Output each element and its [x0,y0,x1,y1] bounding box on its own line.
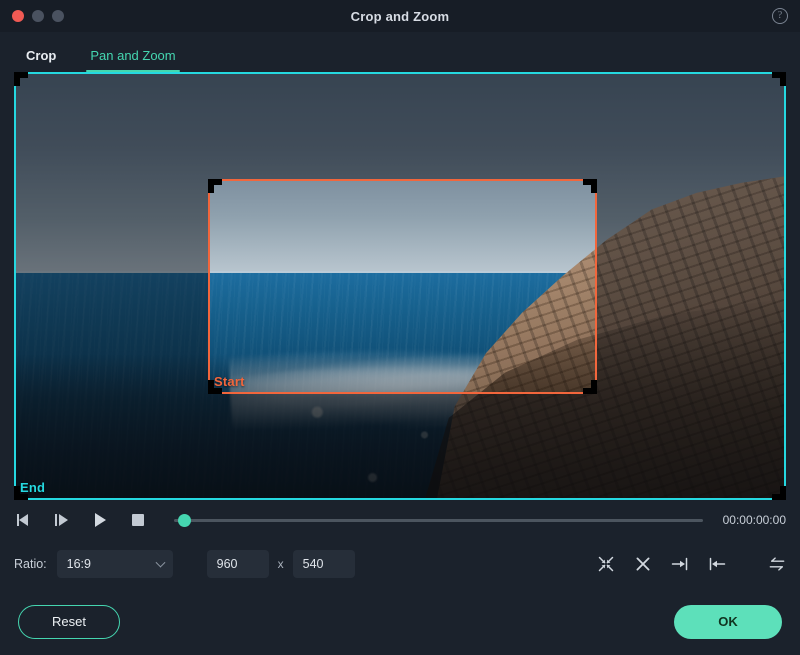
help-icon[interactable]: ? [772,8,788,24]
aspect-ratio-value: 16:9 [66,557,91,571]
reset-button[interactable]: Reset [18,604,120,639]
playhead-slider[interactable] [174,511,703,529]
minimize-window-button[interactable] [32,10,44,22]
ok-button[interactable]: OK [674,604,782,639]
expand-to-fill-icon[interactable] [634,555,652,573]
transport-buttons [14,511,148,529]
align-left-icon[interactable] [708,555,726,573]
stop-button[interactable] [128,511,148,529]
height-input[interactable]: 540 [292,550,355,578]
title-bar: Crop and Zoom ? [0,0,800,32]
playback-controls-row: 00:00:00:00 [0,500,800,540]
playhead-slider-thumb[interactable] [178,513,191,527]
tab-crop[interactable]: Crop [22,48,60,72]
align-right-icon[interactable] [671,555,689,573]
close-window-button[interactable] [12,10,24,22]
next-frame-button[interactable] [52,511,72,529]
ratio-label: Ratio: [14,557,47,571]
video-frame-image [14,72,786,500]
play-button[interactable] [90,511,110,529]
shrink-to-fit-icon[interactable] [597,555,615,573]
timecode-display: 00:00:00:00 [722,513,786,527]
dimension-separator: x [277,557,284,571]
previous-frame-button[interactable] [14,511,34,529]
tab-pan-and-zoom[interactable]: Pan and Zoom [86,48,180,72]
alignment-tools [597,555,786,573]
ratio-controls-row: Ratio: 16:9 960 x 540 [0,540,800,588]
chevron-down-icon [155,557,166,568]
preview-area: End Start [0,72,800,500]
window-title: Crop and Zoom [350,8,450,24]
window-controls [0,10,64,22]
width-input[interactable]: 960 [206,550,269,578]
playhead-slider-track[interactable] [174,518,703,522]
crop-and-zoom-window: Crop and Zoom ? Crop Pan and Zoom End St… [0,0,800,655]
aspect-ratio-select[interactable]: 16:9 [56,550,173,578]
tab-bar: Crop Pan and Zoom [0,32,800,72]
dialog-footer: Reset OK [0,588,800,655]
maximize-window-button[interactable] [52,10,64,22]
video-preview-canvas[interactable]: End Start [14,72,786,500]
swap-start-end-icon[interactable] [768,555,786,573]
